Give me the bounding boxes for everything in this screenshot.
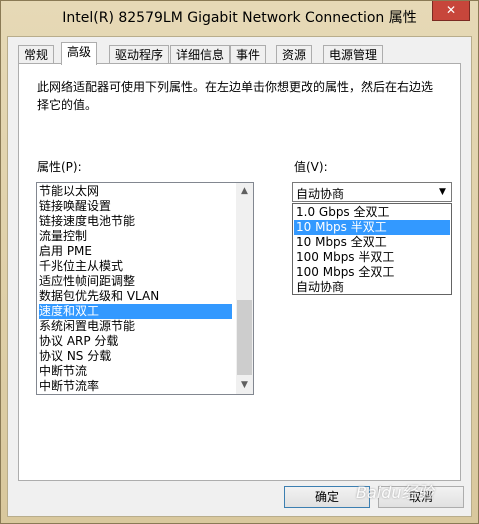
window-title: Intel(R) 82579LM Gigabit Network Connect… xyxy=(62,10,417,26)
baidu-watermark: Baidu经验 xyxy=(356,483,434,502)
list-item[interactable]: 数据包优先级和 VLAN xyxy=(39,289,232,304)
dropdown-arrow-icon[interactable]: ▼ xyxy=(435,184,450,200)
list-item[interactable]: 系统闲置电源节能 xyxy=(39,319,232,334)
value-dropdown-list[interactable]: 1.0 Gbps 全双工 10 Mbps 半双工 10 Mbps 全双工 100… xyxy=(292,203,452,295)
description-text: 此网络适配器可使用下列属性。在左边单击你想更改的属性，然后在右边选择它的值。 xyxy=(37,80,434,112)
listbox-scrollbar[interactable]: ▲ ▼ xyxy=(236,183,253,394)
combobox-value: 自动协商 xyxy=(296,187,345,201)
value-label: 值(V): xyxy=(294,160,328,174)
dialog-window: Intel(R) 82579LM Gigabit Network Connect… xyxy=(0,0,479,524)
close-button[interactable]: ✕ xyxy=(432,1,470,21)
list-item[interactable]: 中断节流 xyxy=(39,364,232,379)
advanced-tab-panel: 此网络适配器可使用下列属性。在左边单击你想更改的属性，然后在右边选择它的值。 属… xyxy=(18,63,461,481)
list-item[interactable]: 协议 ARP 分载 xyxy=(39,334,232,349)
dropdown-option[interactable]: 100 Mbps 全双工 xyxy=(294,265,450,280)
list-item[interactable]: 链接速度电池节能 xyxy=(39,214,232,229)
dropdown-option[interactable]: 100 Mbps 半双工 xyxy=(294,250,450,265)
tab-power-management[interactable]: 电源管理 xyxy=(323,45,384,64)
tab-general[interactable]: 常规 xyxy=(18,45,55,64)
dropdown-option-highlighted[interactable]: 10 Mbps 半双工 xyxy=(294,220,450,235)
scroll-up-arrow-icon[interactable]: ▲ xyxy=(236,183,253,200)
scroll-down-arrow-icon[interactable]: ▼ xyxy=(236,377,253,394)
scrollbar-thumb[interactable] xyxy=(237,300,252,375)
title-bar[interactable]: Intel(R) 82579LM Gigabit Network Connect… xyxy=(1,1,478,35)
property-label: 属性(P): xyxy=(37,160,82,174)
dropdown-option[interactable]: 自动协商 xyxy=(294,280,450,295)
list-item[interactable]: 启用 PME xyxy=(39,244,232,259)
list-item[interactable]: 链接唤醒设置 xyxy=(39,199,232,214)
dropdown-option[interactable]: 10 Mbps 全双工 xyxy=(294,235,450,250)
dialog-client-area: 常规 高级 驱动程序 详细信息 事件 资源 电源管理 此网络适配器可使用下列属性… xyxy=(7,36,472,517)
dropdown-option[interactable]: 1.0 Gbps 全双工 xyxy=(294,205,450,220)
tab-events[interactable]: 事件 xyxy=(230,45,267,64)
list-item[interactable]: 适应性帧间距调整 xyxy=(39,274,232,289)
list-item[interactable]: 千兆位主从模式 xyxy=(39,259,232,274)
list-item[interactable]: 中断节流率 xyxy=(39,379,232,394)
property-listbox[interactable]: 节能以太网 链接唤醒设置 链接速度电池节能 流量控制 启用 PME 千兆位主从模… xyxy=(36,182,254,395)
tab-details[interactable]: 详细信息 xyxy=(170,45,231,64)
tab-advanced[interactable]: 高级 xyxy=(61,42,98,65)
list-item-selected[interactable]: 速度和双工 xyxy=(39,304,232,319)
list-item[interactable]: 流量控制 xyxy=(39,229,232,244)
list-item[interactable]: 节能以太网 xyxy=(39,184,232,199)
tab-resources[interactable]: 资源 xyxy=(276,45,313,64)
value-combobox[interactable]: 自动协商 ▼ xyxy=(292,182,452,202)
tab-driver[interactable]: 驱动程序 xyxy=(109,45,170,64)
list-item[interactable]: 协议 NS 分载 xyxy=(39,349,232,364)
